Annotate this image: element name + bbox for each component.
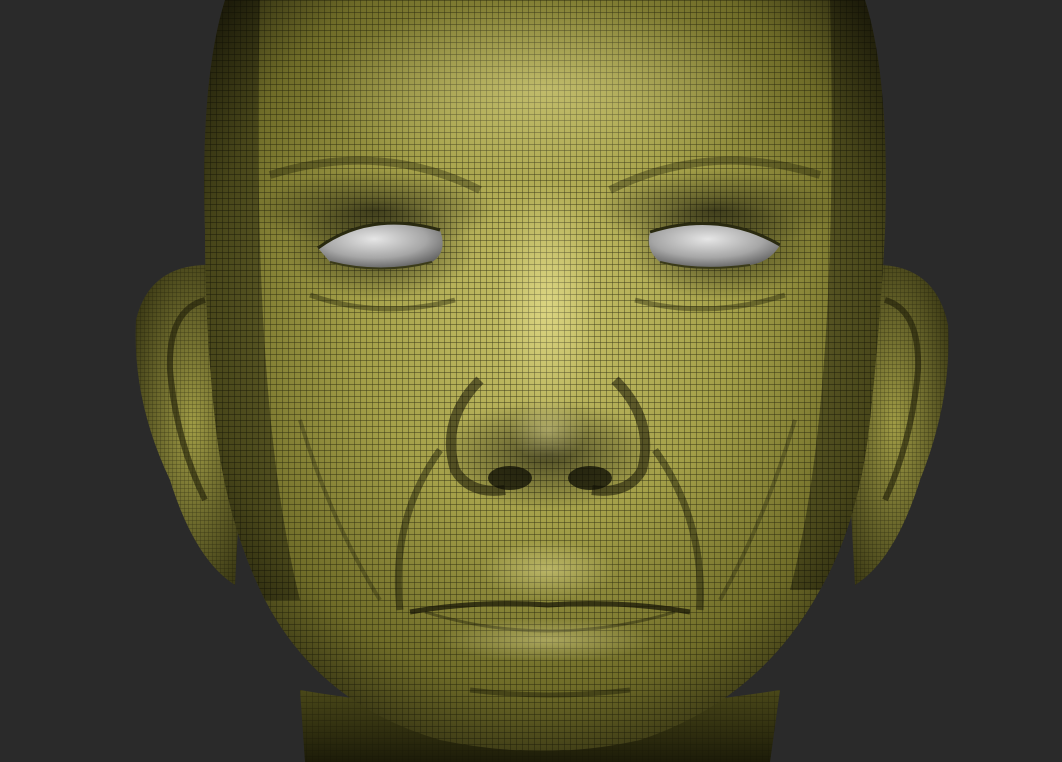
3d-viewport[interactable] — [0, 0, 1062, 762]
forehead-highlight — [315, 0, 775, 180]
viewport-canvas[interactable] — [0, 0, 1062, 762]
